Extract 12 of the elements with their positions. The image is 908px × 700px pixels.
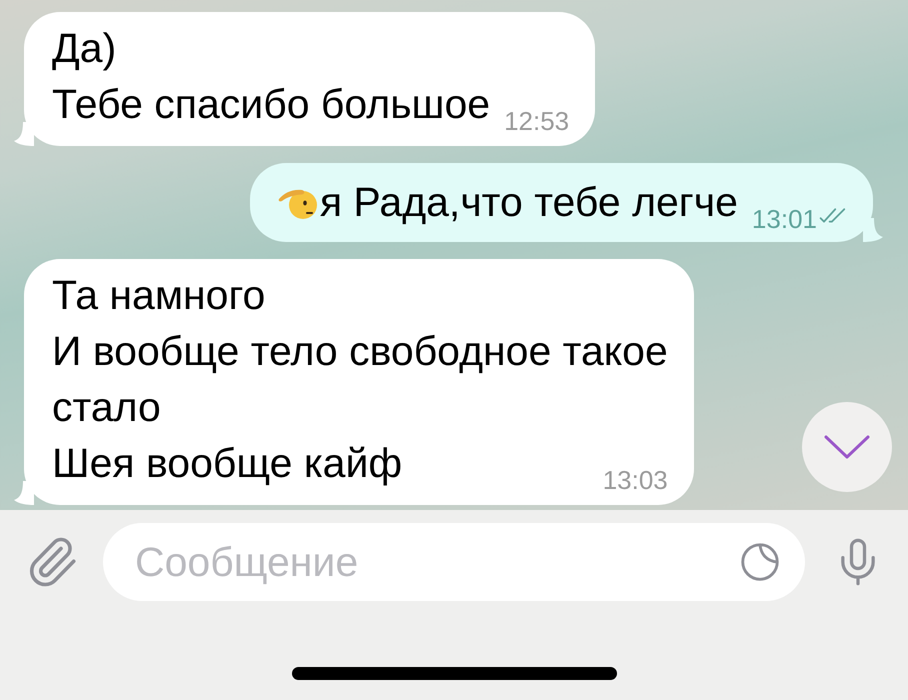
message-time: 13:03 [602,465,668,495]
message-text: стало [52,383,161,432]
message-text: Шея вообще кайф [52,439,402,488]
message-time: 13:01 [752,204,817,234]
message-text: Тебе спасибо большое [52,80,490,129]
message-time: 12:53 [504,106,570,136]
message-text: Да) [52,24,116,73]
chevron-down-icon [824,435,870,459]
message-input[interactable]: Сообщение [103,523,805,601]
message-text: И вообще тело свободное такое [52,327,668,376]
message-text: Та намного [52,271,266,320]
message-text: я Рада,что тебе легче [320,178,738,227]
